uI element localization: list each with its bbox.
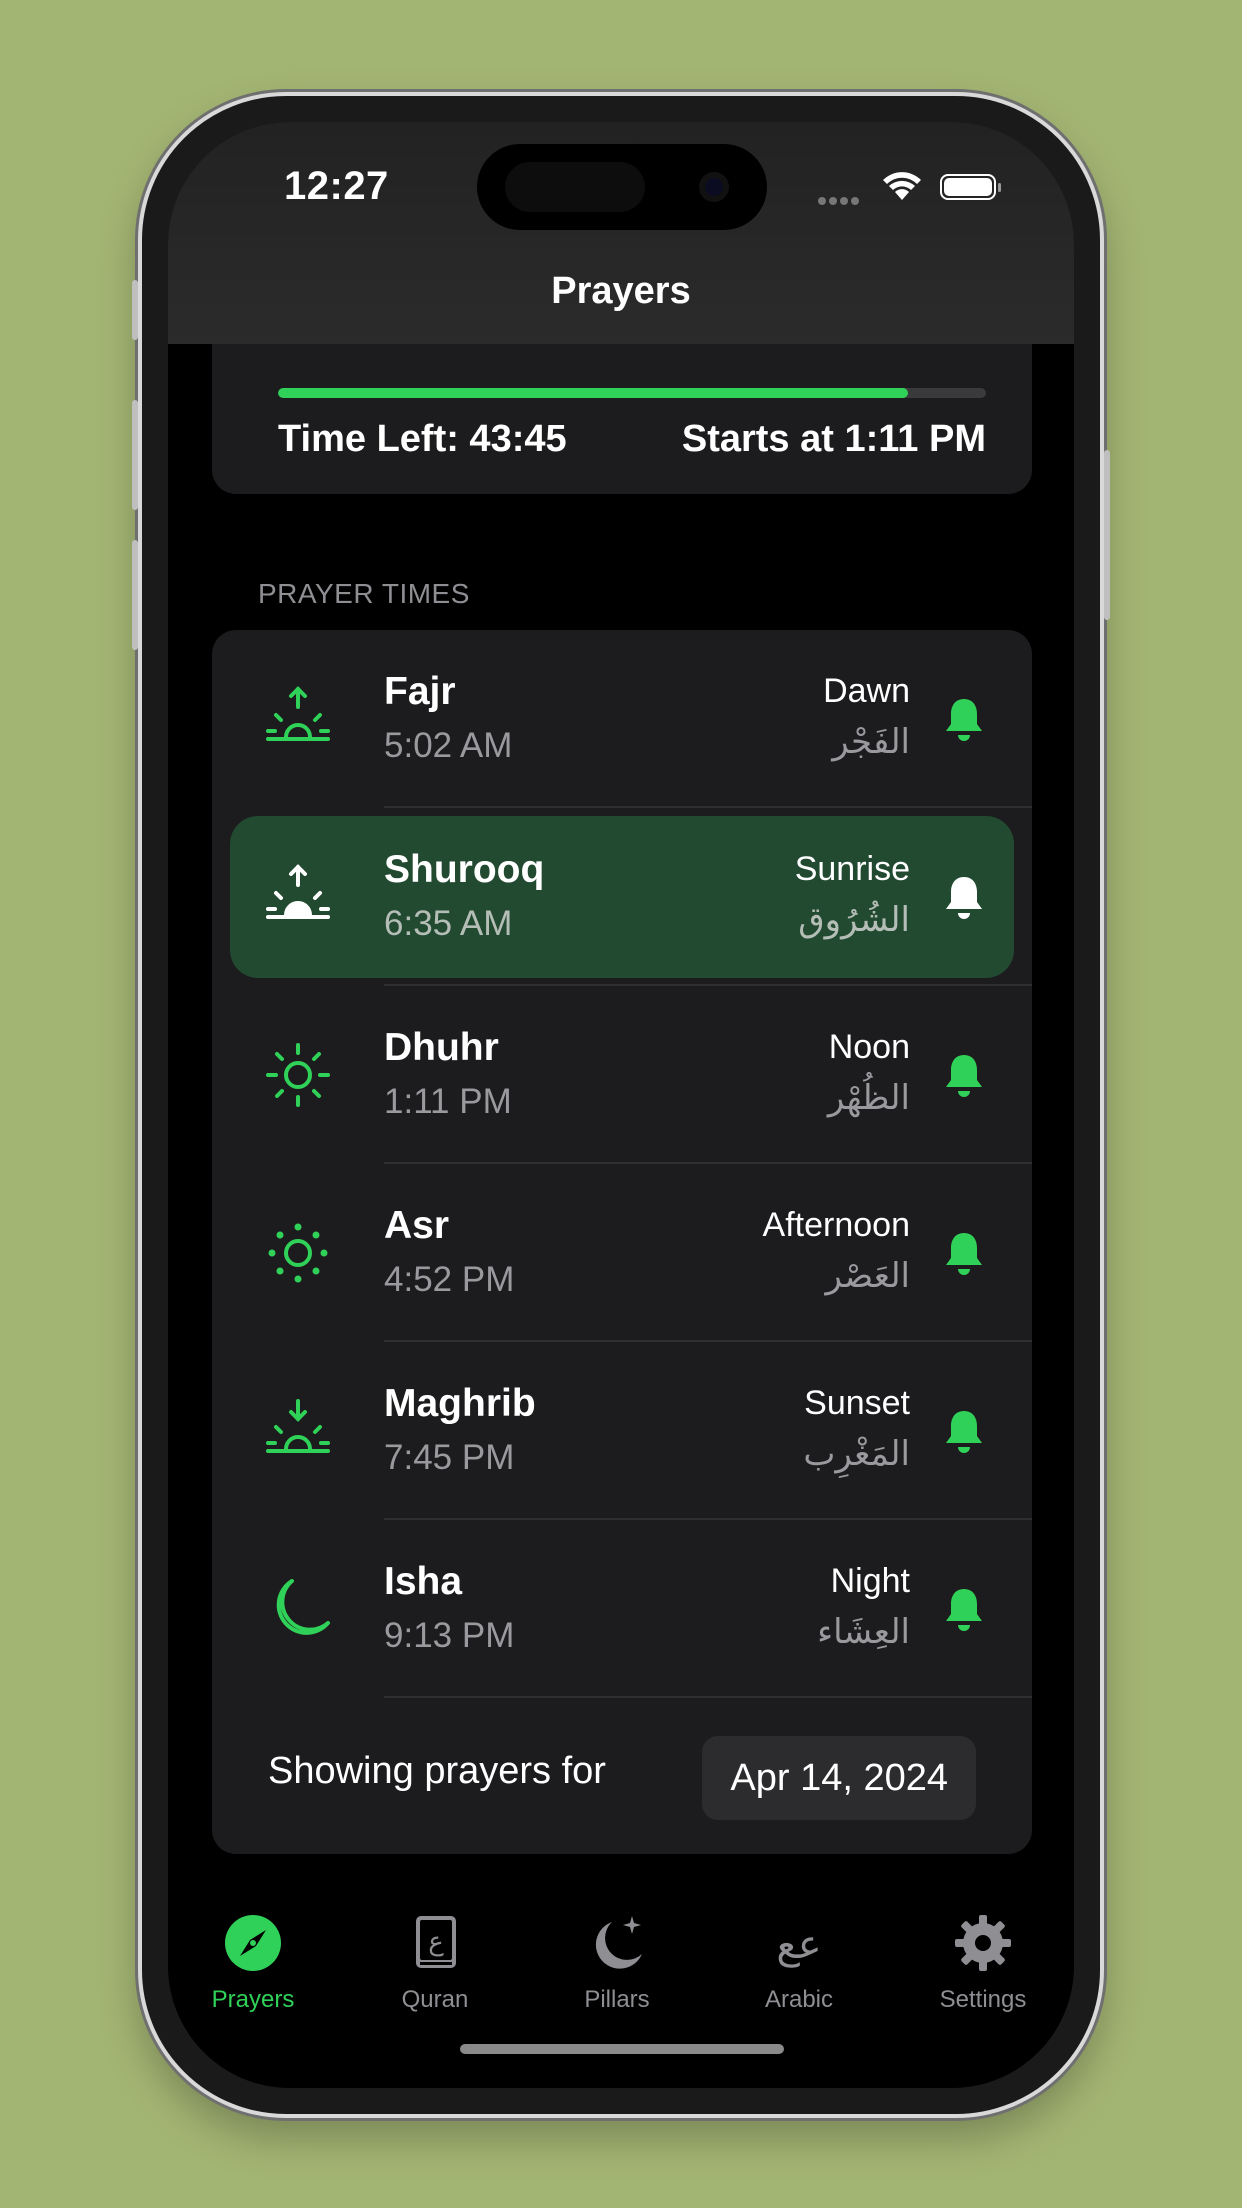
tab-pillars[interactable]: Pillars (547, 1912, 687, 2013)
sunrise-icon (262, 861, 334, 933)
moon-icon (262, 1573, 334, 1645)
prayer-name: Dhuhr (384, 1026, 499, 1069)
battery-icon (940, 174, 1001, 200)
countdown-progress-bar (278, 388, 986, 398)
prayer-english-name: Afternoon (762, 1206, 910, 1244)
prayer-name: Isha (384, 1560, 463, 1603)
section-header: PRAYER TIMES (258, 578, 470, 609)
prayer-time: 9:13 PM (384, 1616, 515, 1655)
wifi-icon (883, 172, 921, 200)
phone-volume-down-button (132, 540, 138, 650)
prayer-time: 6:35 AM (384, 904, 513, 943)
front-camera (699, 172, 729, 202)
moon-stars-icon (586, 1912, 648, 1974)
tab-label: Settings (939, 1986, 1027, 2013)
tab-quran[interactable]: ع Quran (365, 1912, 505, 2013)
phone-volume-up-button (132, 400, 138, 510)
svg-text:عع: عع (776, 1922, 821, 1968)
date-row: Showing prayers for Apr 14, 2024 (212, 1698, 1032, 1854)
prayer-row-dhuhr[interactable]: Dhuhr 1:11 PM Noon الظُهْر (212, 986, 1032, 1164)
sunset-icon (262, 1395, 334, 1467)
prayer-time: 4:52 PM (384, 1260, 515, 1299)
arabic-letters-icon: عع (768, 1912, 830, 1974)
prayer-english-name: Night (830, 1562, 910, 1600)
prayer-english-name: Sunrise (794, 850, 910, 888)
prayer-arabic-name: الشُرُوق (798, 900, 910, 940)
phone-power-button (1104, 450, 1110, 620)
navigation-header: 12:27 Prayers (168, 122, 1074, 344)
app-screen: Time Left: 43:45 Starts at 1:11 PM 12:27… (168, 122, 1074, 2088)
tab-prayers[interactable]: Prayers (183, 1912, 323, 2013)
prayer-arabic-name: العِشَاء (817, 1612, 910, 1652)
prayer-time: 5:02 AM (384, 726, 513, 765)
bell-icon[interactable] (942, 695, 986, 743)
status-time: 12:27 (284, 164, 389, 208)
sun-icon (262, 1039, 334, 1111)
tab-arabic[interactable]: عع Arabic (729, 1912, 869, 2013)
book-icon: ع (404, 1912, 466, 1974)
prayer-english-name: Dawn (823, 672, 910, 710)
prayer-row-isha[interactable]: Isha 9:13 PM Night العِشَاء (212, 1520, 1032, 1698)
bell-icon[interactable] (942, 1051, 986, 1099)
tab-bar: Prayers ع Quran Pillars عع Arabic Settings (168, 1912, 1074, 2088)
date-label: Showing prayers for (268, 1750, 606, 1792)
tab-label: Arabic (764, 1986, 834, 2013)
prayer-arabic-name: العَصْر (825, 1256, 910, 1296)
compass-icon (222, 1912, 284, 1974)
countdown-progress-fill (278, 388, 909, 398)
bell-icon[interactable] (942, 873, 986, 921)
tab-label: Pillars (584, 1986, 650, 2013)
starts-at-label: Starts at 1:11 PM (681, 418, 986, 460)
prayer-name: Shurooq (384, 848, 545, 891)
bell-icon[interactable] (942, 1229, 986, 1277)
bell-icon[interactable] (942, 1585, 986, 1633)
prayer-name: Maghrib (384, 1382, 536, 1425)
prayer-name: Fajr (384, 670, 456, 713)
prayer-row-maghrib[interactable]: Maghrib 7:45 PM Sunset المَغْرِب (212, 1342, 1032, 1520)
next-prayer-card: Time Left: 43:45 Starts at 1:11 PM (212, 322, 1032, 494)
tab-settings[interactable]: Settings (913, 1912, 1053, 2013)
prayer-arabic-name: الفَجْر (832, 722, 910, 762)
sunrise-icon (262, 683, 334, 755)
home-indicator[interactable] (460, 2044, 784, 2054)
prayer-arabic-name: الظُهْر (827, 1078, 910, 1118)
island-sensor (505, 162, 645, 212)
prayer-time: 1:11 PM (384, 1082, 512, 1121)
bell-icon[interactable] (942, 1407, 986, 1455)
page-title: Prayers (551, 270, 691, 312)
svg-text:ع: ع (428, 1927, 444, 1957)
tab-label: Quran (401, 1986, 469, 2013)
cellular-signal-icon (818, 192, 868, 205)
dynamic-island (477, 144, 767, 230)
prayer-arabic-name: المَغْرِب (803, 1434, 910, 1474)
sun-dots-icon (262, 1217, 334, 1289)
prayer-row-fajr[interactable]: Fajr 5:02 AM Dawn الفَجْر (212, 630, 1032, 808)
prayer-row-shurooq[interactable]: Shurooq 6:35 AM Sunrise الشُرُوق (212, 808, 1032, 986)
prayer-english-name: Sunset (804, 1384, 910, 1422)
prayer-row-asr[interactable]: Asr 4:52 PM Afternoon العَصْر (212, 1164, 1032, 1342)
tab-label: Prayers (211, 1986, 295, 2013)
prayer-time: 7:45 PM (384, 1438, 515, 1477)
prayer-name: Asr (384, 1204, 450, 1247)
prayer-english-name: Noon (828, 1028, 910, 1066)
gear-icon (952, 1912, 1014, 1974)
time-left-label: Time Left: 43:45 (278, 418, 567, 460)
prayer-times-list: Fajr 5:02 AM Dawn الفَجْر Shurooq 6:35 A… (212, 630, 1032, 1854)
date-picker-button[interactable]: Apr 14, 2024 (702, 1736, 976, 1820)
phone-action-button (132, 280, 138, 340)
